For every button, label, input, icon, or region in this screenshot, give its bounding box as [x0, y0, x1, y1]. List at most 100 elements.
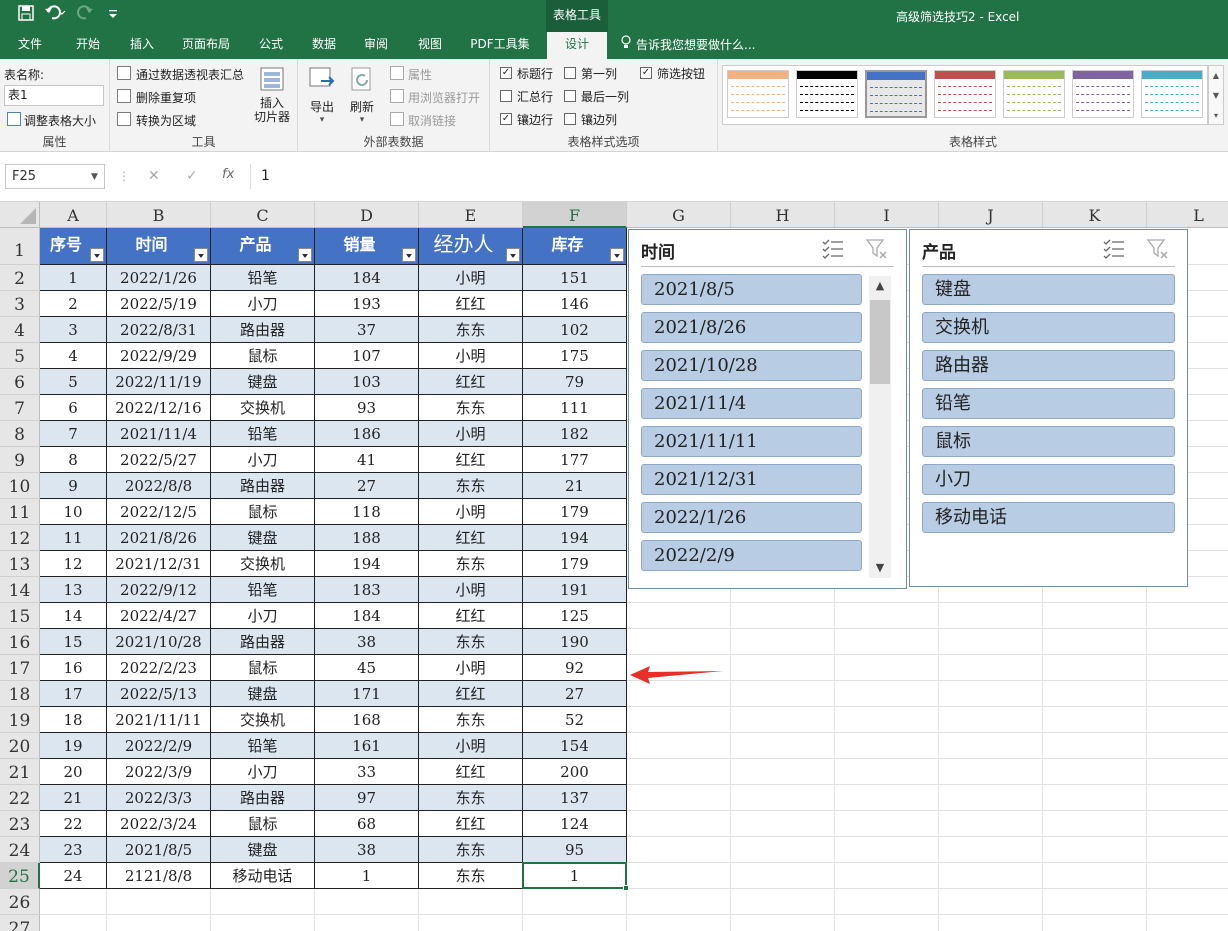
- table-cell-sales[interactable]: 103: [315, 369, 419, 395]
- redo-icon[interactable]: [76, 5, 98, 21]
- table-cell-handler[interactable]: 小明: [419, 421, 523, 447]
- table-cell-time[interactable]: 2022/9/12: [107, 577, 211, 603]
- table-cell-handler[interactable]: 红红: [419, 811, 523, 837]
- table-style-swatch[interactable]: [796, 70, 858, 118]
- table-cell-handler[interactable]: 东东: [419, 395, 523, 421]
- table-cell-sales[interactable]: 107: [315, 343, 419, 369]
- row-header-17[interactable]: 17: [0, 655, 40, 681]
- table-cell-product[interactable]: 键盘: [211, 525, 315, 551]
- table-cell-time[interactable]: 2022/3/9: [107, 759, 211, 785]
- row-header-13[interactable]: 13: [0, 551, 40, 577]
- table-cell-stock[interactable]: 151: [523, 265, 627, 291]
- slicer-time-item[interactable]: 2021/11/11: [641, 426, 862, 457]
- table-cell-handler[interactable]: 东东: [419, 863, 523, 889]
- table-style-swatch[interactable]: [865, 70, 927, 118]
- table-cell-seq[interactable]: 20: [40, 759, 107, 785]
- table-cell-seq[interactable]: 1: [40, 265, 107, 291]
- table-cell-stock[interactable]: 79: [523, 369, 627, 395]
- table-cell-time[interactable]: 2022/9/29: [107, 343, 211, 369]
- select-all-corner[interactable]: [0, 202, 40, 228]
- table-cell-seq[interactable]: 3: [40, 317, 107, 343]
- name-box-dropdown-icon[interactable]: ▼: [91, 172, 98, 182]
- table-cell-seq[interactable]: 24: [40, 863, 107, 889]
- remove-duplicates-button[interactable]: 删除重复项: [136, 89, 196, 106]
- table-cell-stock[interactable]: 137: [523, 785, 627, 811]
- table-cell-stock[interactable]: 102: [523, 317, 627, 343]
- table-cell-sales[interactable]: 188: [315, 525, 419, 551]
- row-header-3[interactable]: 3: [0, 291, 40, 317]
- filter-button-checkbox[interactable]: ✓: [640, 67, 652, 79]
- column-header-E[interactable]: E: [419, 202, 523, 228]
- table-cell-product[interactable]: 小刀: [211, 291, 315, 317]
- table-cell-time[interactable]: 2022/5/27: [107, 447, 211, 473]
- row-header-14[interactable]: 14: [0, 577, 40, 603]
- table-style-swatch[interactable]: [727, 70, 789, 118]
- table-cell-stock[interactable]: 21: [523, 473, 627, 499]
- table-cell-time[interactable]: 2021/12/31: [107, 551, 211, 577]
- table-cell-time[interactable]: 2022/3/24: [107, 811, 211, 837]
- table-style-swatch[interactable]: [934, 70, 996, 118]
- slicer-time-item[interactable]: 2021/8/26: [641, 312, 862, 343]
- row-header-25[interactable]: 25: [0, 863, 40, 889]
- banded-columns-checkbox[interactable]: [564, 113, 576, 125]
- table-cell-product[interactable]: 路由器: [211, 473, 315, 499]
- table-cell-seq[interactable]: 22: [40, 811, 107, 837]
- table-cell-product[interactable]: 小刀: [211, 603, 315, 629]
- table-cell-stock[interactable]: 175: [523, 343, 627, 369]
- filter-dropdown-icon[interactable]: [298, 248, 312, 262]
- table-cell-seq[interactable]: 4: [40, 343, 107, 369]
- table-cell-seq[interactable]: 6: [40, 395, 107, 421]
- tell-me-search[interactable]: 告诉我您想要做什么...: [620, 32, 755, 59]
- table-cell-sales[interactable]: 93: [315, 395, 419, 421]
- table-cell-handler[interactable]: 小明: [419, 265, 523, 291]
- table-cell-product[interactable]: 鼠标: [211, 499, 315, 525]
- table-cell-sales[interactable]: 184: [315, 603, 419, 629]
- table-cell-handler[interactable]: 小明: [419, 577, 523, 603]
- column-header-C[interactable]: C: [211, 202, 315, 228]
- tab-insert[interactable]: 插入: [120, 32, 164, 59]
- refresh-button[interactable]: 刷新 ▾: [344, 65, 380, 125]
- table-cell-handler[interactable]: 小明: [419, 733, 523, 759]
- table-cell-stock[interactable]: 125: [523, 603, 627, 629]
- row-header-18[interactable]: 18: [0, 681, 40, 707]
- table-cell-sales[interactable]: 37: [315, 317, 419, 343]
- scroll-down-icon[interactable]: ▼: [869, 558, 891, 578]
- enter-icon[interactable]: ✓: [186, 168, 198, 184]
- table-cell-time[interactable]: 2022/4/27: [107, 603, 211, 629]
- table-cell-sales[interactable]: 41: [315, 447, 419, 473]
- formula-input[interactable]: 1: [250, 164, 1228, 189]
- export-button[interactable]: 导出 ▾: [304, 65, 340, 125]
- active-cell-F25[interactable]: [522, 862, 627, 889]
- tab-file[interactable]: 文件: [10, 32, 50, 59]
- table-cell-sales[interactable]: 38: [315, 837, 419, 863]
- cancel-icon[interactable]: ✕: [148, 168, 160, 184]
- row-header-15[interactable]: 15: [0, 603, 40, 629]
- header-row-checkbox[interactable]: ✓: [500, 67, 512, 79]
- table-cell-product[interactable]: 交换机: [211, 551, 315, 577]
- slicer-time-item[interactable]: 2022/1/26: [641, 502, 862, 533]
- table-cell-stock[interactable]: 191: [523, 577, 627, 603]
- table-cell-product[interactable]: 路由器: [211, 785, 315, 811]
- row-header-8[interactable]: 8: [0, 421, 40, 447]
- table-cell-stock[interactable]: 179: [523, 551, 627, 577]
- table-cell-product[interactable]: 小刀: [211, 759, 315, 785]
- row-header-9[interactable]: 9: [0, 447, 40, 473]
- table-cell-stock[interactable]: 124: [523, 811, 627, 837]
- row-header-1[interactable]: 1: [0, 228, 40, 265]
- tab-data[interactable]: 数据: [304, 32, 344, 59]
- row-header-5[interactable]: 5: [0, 343, 40, 369]
- table-cell-product[interactable]: 小刀: [211, 447, 315, 473]
- table-cell-stock[interactable]: 190: [523, 629, 627, 655]
- table-cell-seq[interactable]: 19: [40, 733, 107, 759]
- table-cell-handler[interactable]: 东东: [419, 707, 523, 733]
- row-header-2[interactable]: 2: [0, 265, 40, 291]
- banded-rows-checkbox[interactable]: ✓: [500, 113, 512, 125]
- column-header-H[interactable]: H: [731, 202, 835, 228]
- table-cell-product[interactable]: 鼠标: [211, 343, 315, 369]
- tab-view[interactable]: 视图: [410, 32, 450, 59]
- table-cell-seq[interactable]: 17: [40, 681, 107, 707]
- table-cell-product[interactable]: 路由器: [211, 317, 315, 343]
- slicer-product-item[interactable]: 铅笔: [922, 388, 1175, 419]
- row-header-27[interactable]: 27: [0, 915, 40, 931]
- table-cell-product[interactable]: 键盘: [211, 369, 315, 395]
